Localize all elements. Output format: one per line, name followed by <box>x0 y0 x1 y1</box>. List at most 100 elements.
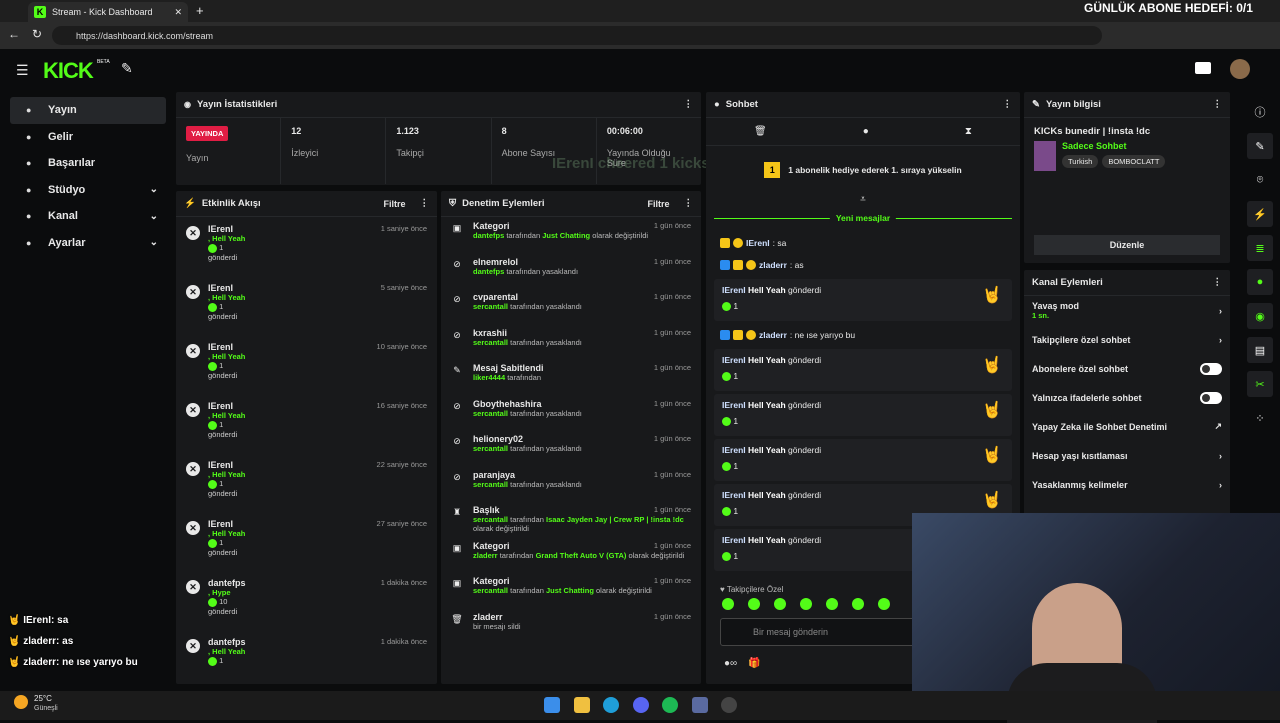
chat-user[interactable]: IErenI <box>746 238 770 248</box>
chat-user[interactable]: IErenI <box>722 400 746 410</box>
emote-icon[interactable] <box>852 598 864 610</box>
activity-list: ✕ IErenI, Hell Yeah 1 gönderdi 1 saniye önc… <box>176 217 437 684</box>
camera-icon[interactable]: ⌾ <box>1247 167 1273 193</box>
chat-settings-icon[interactable]: ● <box>863 126 869 137</box>
tools-rail-icon[interactable]: ✂ <box>1247 371 1273 397</box>
emote-icon[interactable] <box>722 598 734 610</box>
explorer-icon[interactable] <box>574 697 590 713</box>
kick-logo[interactable]: KICK <box>43 58 94 84</box>
sidebar-item[interactable]: ● Kanal ⌄ <box>10 203 166 230</box>
discord-icon[interactable] <box>633 697 649 713</box>
chat-user[interactable]: IErenI <box>722 535 746 545</box>
apps-rail-icon[interactable]: ⁘ <box>1247 405 1273 431</box>
crown-badge-icon <box>733 330 743 340</box>
activity-filter-button[interactable]: Filtre <box>383 199 405 209</box>
back-icon[interactable]: ← <box>8 27 20 41</box>
stream-info-menu-icon[interactable]: ⋮ <box>1213 99 1223 110</box>
chat-user[interactable]: IErenI <box>722 355 746 365</box>
moderation-text: tarafından yasaklandı <box>508 444 582 453</box>
emote-icon[interactable] <box>878 598 890 610</box>
moderation-time: 1 gün önce <box>653 540 691 550</box>
chat-user[interactable]: IErenI <box>722 445 746 455</box>
live-label: Yayın <box>186 153 209 163</box>
sidebar-item[interactable]: ● Stüdyo ⌄ <box>10 177 166 204</box>
edge-icon[interactable] <box>603 697 619 713</box>
activity-count: 1 <box>219 361 224 370</box>
stats-menu-icon[interactable]: ⋮ <box>684 99 694 110</box>
emote-icon[interactable] <box>826 598 838 610</box>
moderator-name[interactable]: sercantall <box>473 409 508 418</box>
activity-item: ✕ IErenI, Hell Yeah 1 gönderdi 10 saniye ön… <box>176 335 437 394</box>
start-icon[interactable] <box>544 697 560 713</box>
moderator-name[interactable]: liker4444 <box>473 373 505 382</box>
overlay-user: zladerr <box>23 657 57 668</box>
edit-button[interactable]: Düzenle <box>1034 235 1220 255</box>
activity-item: ✕ dantefps, Hell Yeah 11 dakika önce <box>176 630 437 684</box>
moderator-name[interactable]: sercantall <box>473 338 508 347</box>
moderator-name[interactable]: sercantall <box>473 515 508 524</box>
kick-creator-icon[interactable] <box>1195 62 1211 74</box>
toggle-switch[interactable] <box>1200 362 1222 375</box>
channel-action-item[interactable]: Hesap yaşı kısıtlaması › <box>1024 441 1230 470</box>
tab-close-icon[interactable]: ✕ <box>174 7 182 18</box>
chat-rail-icon[interactable]: ● <box>1247 269 1273 295</box>
channel-action-item[interactable]: Abonelere özel sohbet <box>1024 354 1230 383</box>
channel-action-item[interactable]: Yapay Zeka ile Sohbet Denetimi ↗ <box>1024 412 1230 441</box>
moderator-name[interactable]: sercantall <box>473 480 508 489</box>
emote-icon[interactable] <box>800 598 812 610</box>
spotify-icon[interactable] <box>662 697 678 713</box>
address-bar[interactable]: https://dashboard.kick.com/stream <box>52 26 1102 45</box>
chat-user[interactable]: zladerr <box>759 330 787 340</box>
emote-icon[interactable] <box>748 598 760 610</box>
gift-icon[interactable]: 🎁 <box>748 658 760 669</box>
browser-tab[interactable]: K Stream - Kick Dashboard ✕ <box>28 2 188 22</box>
sidebar-item[interactable]: ● Ayarlar ⌄ <box>10 230 166 257</box>
channel-action-item[interactable]: Yalnızca ifadelerle sohbet <box>1024 383 1230 412</box>
moderation-filter-button[interactable]: Filtre <box>647 199 669 209</box>
avatar[interactable] <box>1230 59 1250 79</box>
shield-icon: ⛨ <box>449 198 457 209</box>
chat-user[interactable]: IErenI <box>722 285 746 295</box>
sidebar-item[interactable]: ● Gelir <box>10 124 166 151</box>
moderator-name[interactable]: dantefps <box>473 231 504 240</box>
channel-action-item[interactable]: Takipçilere özel sohbet › <box>1024 325 1230 354</box>
moderator-name[interactable]: dantefps <box>473 267 504 276</box>
emote-picker-icon[interactable]: ●∞ <box>724 658 737 669</box>
list-rail-icon[interactable]: ≣ <box>1247 235 1273 261</box>
activity-time: 22 saniye önce <box>376 460 427 469</box>
moderator-name[interactable]: sercantall <box>473 444 508 453</box>
channel-action-item[interactable]: Yavaş mod 1 sn. › <box>1024 296 1230 325</box>
sidebar-item[interactable]: ● Başarılar <box>10 150 166 177</box>
info-icon[interactable]: ⓘ <box>1247 99 1273 125</box>
pencil-icon[interactable]: ✎ <box>121 60 133 77</box>
channel-action-item[interactable]: Yasaklanmış kelimeler › <box>1024 470 1230 499</box>
emote-icon[interactable] <box>774 598 786 610</box>
refresh-icon[interactable]: ↻ <box>32 27 42 41</box>
moderator-name[interactable]: sercantall <box>473 302 508 311</box>
broadcast-rail-icon[interactable]: ◉ <box>1247 303 1273 329</box>
menu-icon[interactable]: ☰ <box>16 62 29 79</box>
gift-banner[interactable]: 1 1 abonelik hediye ederek 1. sıraya yüks… <box>714 152 1012 188</box>
new-tab-icon[interactable]: + <box>196 3 204 18</box>
trash-icon[interactable]: 🗑 <box>754 126 767 137</box>
chat-text: : ne ıse yarıyo bu <box>789 330 856 340</box>
moderator-name[interactable]: sercantall <box>473 586 508 595</box>
obs-icon[interactable] <box>721 697 737 713</box>
app-icon[interactable] <box>692 697 708 713</box>
moderation-menu-icon[interactable]: ⋮ <box>684 198 694 209</box>
sidebar-item[interactable]: ● Yayın <box>10 97 166 124</box>
toggle-switch[interactable] <box>1200 391 1222 404</box>
hourglass-icon[interactable]: ⧗ <box>965 126 972 137</box>
activity-count: 1 <box>219 656 224 665</box>
chat-user[interactable]: IErenI <box>722 490 746 500</box>
bolt-rail-icon[interactable]: ⚡ <box>1247 201 1273 227</box>
moderator-name[interactable]: zladerr <box>473 551 498 560</box>
channel-actions-menu-icon[interactable]: ⋮ <box>1213 277 1223 288</box>
edit-icon[interactable]: ✎ <box>1247 133 1273 159</box>
collapse-icon[interactable]: ⩡ <box>706 194 1020 208</box>
chat-user[interactable]: zladerr <box>759 260 787 270</box>
activity-menu-icon[interactable]: ⋮ <box>420 198 430 209</box>
layout-rail-icon[interactable]: ▤ <box>1247 337 1273 363</box>
category-name[interactable]: Sadece Sohbet <box>1062 141 1165 151</box>
chat-menu-icon[interactable]: ⋮ <box>1003 99 1013 110</box>
